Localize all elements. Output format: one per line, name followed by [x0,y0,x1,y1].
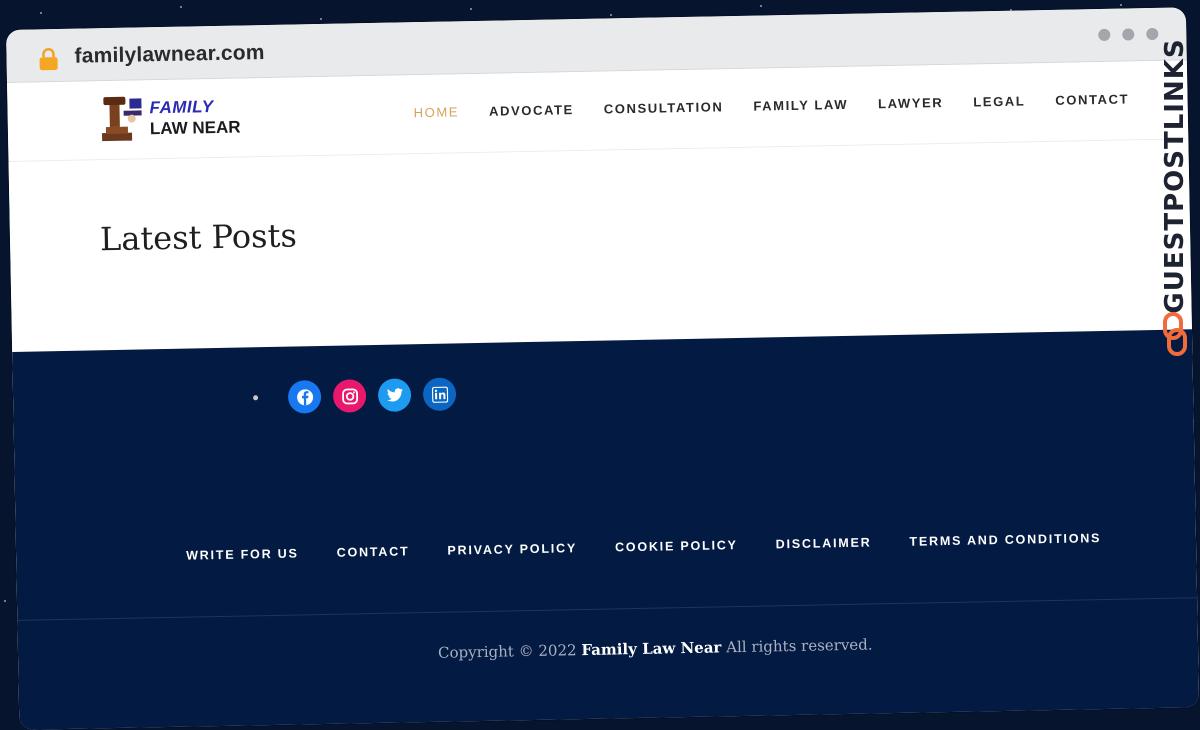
window-dot-icon[interactable] [1122,28,1135,41]
footer-link-privacy-policy[interactable]: PRIVACY POLICY [447,541,577,557]
copyright-text: Copyright © 2022 Family Law Near All rig… [438,635,873,661]
logo-text-bottom: LAW NEAR [149,117,241,139]
footer-link-cookie-policy[interactable]: COOKIE POLICY [615,538,738,554]
url-text[interactable]: familylawnear.com [74,41,265,69]
footer-link-write-for-us[interactable]: WRITE FOR US [186,546,299,562]
copyright-brand-link[interactable]: Family Law Near [581,638,721,659]
watermark-text: GUESTPOSTLINKS [1160,38,1190,314]
window-controls [1098,27,1159,42]
logo-text-top: FAMILY [149,97,214,118]
nav-consultation[interactable]: CONSULTATION [604,99,724,116]
linkedin-icon[interactable] [422,377,457,412]
nav-legal[interactable]: LEGAL [973,93,1025,109]
main-content: Latest Posts [8,139,1192,352]
nav-advocate[interactable]: ADVOCATE [489,102,574,119]
social-links [253,377,457,414]
footer-link-disclaimer[interactable]: DISCLAIMER [776,535,872,551]
bullet-dot [253,395,259,401]
footer-link-contact[interactable]: CONTACT [337,544,410,559]
main-navigation: HOME ADVOCATE CONSULTATION FAMILY LAW LA… [414,91,1130,120]
instagram-icon[interactable] [332,379,367,413]
page-title: Latest Posts [99,216,298,259]
window-dot-icon[interactable] [1098,28,1111,42]
nav-contact[interactable]: CONTACT [1055,91,1129,107]
nav-home[interactable]: HOME [414,104,460,120]
lock-icon [39,47,58,71]
watermark: GUESTPOSTLINKS [1158,38,1192,356]
twitter-icon[interactable] [377,378,412,412]
copyright-prefix: Copyright © 2022 [437,641,577,662]
footer-divider [17,597,1198,621]
gavel-logo-icon [101,96,142,142]
browser-window: familylawnear.com FAMILY LAW NEAR HOME A… [6,7,1200,730]
facebook-icon[interactable] [287,380,322,414]
footer-link-terms[interactable]: TERMS AND CONDITIONS [909,531,1101,549]
site-logo[interactable]: FAMILY LAW NEAR [95,91,241,146]
nav-family-law[interactable]: FAMILY LAW [753,97,848,114]
window-dot-icon[interactable] [1146,27,1159,41]
nav-lawyer[interactable]: LAWYER [878,95,943,111]
chain-link-icon [1163,312,1187,356]
footer-links: WRITE FOR US CONTACT PRIVACY POLICY COOK… [186,531,1101,563]
copyright-suffix: All rights reserved. [725,635,873,657]
